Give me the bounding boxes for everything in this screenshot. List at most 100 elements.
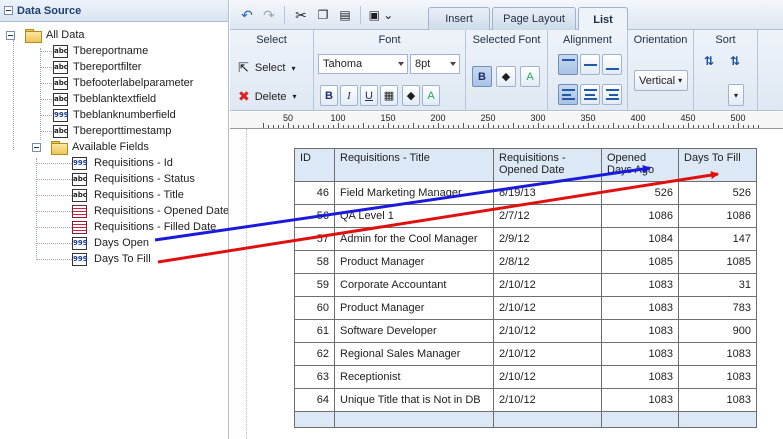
data-source-header[interactable]: Data Source: [0, 0, 228, 22]
tree-item[interactable]: abc Tbereportfilter: [53, 59, 141, 75]
align-center-icon[interactable]: [580, 84, 600, 105]
redo-icon[interactable]: ↷: [258, 5, 280, 25]
font-family-select[interactable]: Tahoma: [318, 54, 408, 74]
table-row[interactable]: 56 QA Level 1 2/7/12 1086 1086: [294, 204, 757, 228]
column-header-id[interactable]: ID: [294, 148, 335, 182]
table-cell[interactable]: Unique Title that is Not in DB: [334, 388, 494, 412]
field-item[interactable]: 999 Requisitions - Id: [72, 155, 173, 171]
table-cell[interactable]: 783: [678, 296, 757, 320]
table-cell[interactable]: Receptionist: [334, 365, 494, 389]
align-top-icon[interactable]: [558, 54, 578, 75]
table-cell[interactable]: Admin for the Cool Manager: [334, 227, 494, 251]
table-row[interactable]: 63 Receptionist 2/10/12 1083 1083: [294, 365, 757, 389]
field-item[interactable]: abc Requisitions - Title: [72, 187, 184, 203]
table-cell[interactable]: Product Manager: [334, 296, 494, 320]
table-cell[interactable]: 1083: [678, 388, 757, 412]
collapse-icon[interactable]: [6, 30, 15, 40]
table-row[interactable]: 64 Unique Title that is Not in DB 2/10/12 1…: [294, 388, 757, 412]
field-item[interactable]: abc Requisitions - Status: [72, 171, 195, 187]
select-button[interactable]: ⇱ Select ▾: [238, 60, 296, 76]
table-row[interactable]: 61 Software Developer 2/10/12 1083 900: [294, 319, 757, 343]
delete-button[interactable]: ✖ Delete ▾: [238, 88, 297, 105]
table-cell[interactable]: 2/7/12: [493, 204, 602, 228]
table-cell[interactable]: 64: [294, 388, 335, 412]
table-cell[interactable]: 2/9/12: [493, 227, 602, 251]
table-cell[interactable]: 1083: [601, 319, 679, 343]
column-header-title[interactable]: Requisitions - Title: [334, 148, 494, 182]
table-cell[interactable]: 31: [678, 273, 757, 297]
table-cell[interactable]: 1085: [678, 250, 757, 274]
table-row[interactable]: 62 Regional Sales Manager 2/10/12 1083 1083: [294, 342, 757, 366]
copy-icon[interactable]: ❐: [312, 5, 334, 25]
align-bottom-icon[interactable]: [602, 54, 622, 75]
table-cell[interactable]: 1083: [601, 365, 679, 389]
table-cell[interactable]: 1083: [678, 342, 757, 366]
table-cell[interactable]: 526: [678, 181, 757, 205]
tree-node-available-fields[interactable]: Available Fields: [32, 139, 149, 155]
undo-icon[interactable]: ↶: [236, 5, 258, 25]
table-cell[interactable]: 1085: [601, 250, 679, 274]
field-item[interactable]: Requisitions - Filled Date: [72, 219, 216, 235]
table-cell[interactable]: 1086: [601, 204, 679, 228]
italic-button[interactable]: I: [340, 85, 358, 106]
column-header-opened-date[interactable]: Requisitions - Opened Date: [493, 148, 602, 182]
tab-list[interactable]: List: [578, 7, 628, 31]
table-cell[interactable]: 2/10/12: [493, 296, 602, 320]
table-cell[interactable]: 900: [678, 319, 757, 343]
font-color-icon[interactable]: A: [422, 85, 440, 106]
border-icon[interactable]: ▦: [380, 85, 398, 106]
table-cell[interactable]: 56: [294, 204, 335, 228]
table-cell[interactable]: Corporate Accountant: [334, 273, 494, 297]
column-header-days-to-fill[interactable]: Days To Fill: [678, 148, 757, 182]
collapse-icon[interactable]: [4, 6, 13, 15]
table-cell[interactable]: Software Developer: [334, 319, 494, 343]
table-cell[interactable]: 2/10/12: [493, 388, 602, 412]
table-row[interactable]: 46 Field Marketing Manager 8/19/13 526 526: [294, 181, 757, 205]
table-cell[interactable]: 59: [294, 273, 335, 297]
table-cell[interactable]: 1083: [601, 273, 679, 297]
table-cell[interactable]: Product Manager: [334, 250, 494, 274]
table-cell[interactable]: 1083: [601, 388, 679, 412]
table-row[interactable]: 60 Product Manager 2/10/12 1083 783: [294, 296, 757, 320]
paste-icon[interactable]: ▤: [334, 5, 356, 25]
cut-icon[interactable]: ✂: [290, 5, 312, 25]
tab-page-layout[interactable]: Page Layout: [492, 7, 576, 30]
layout-dropdown-icon[interactable]: ▣ ⌄: [366, 5, 396, 25]
align-middle-icon[interactable]: [580, 54, 600, 75]
table-cell[interactable]: 1083: [678, 365, 757, 389]
tree-item[interactable]: abc Tbereporttimestamp: [53, 123, 171, 139]
field-item[interactable]: 999 Days To Fill: [72, 251, 151, 267]
table-row[interactable]: 59 Corporate Accountant 2/10/12 1083 31: [294, 273, 757, 297]
table-cell[interactable]: 62: [294, 342, 335, 366]
table-cell[interactable]: 46: [294, 181, 335, 205]
orientation-select[interactable]: Vertical ▾: [634, 70, 688, 91]
sort-ascending-icon[interactable]: ⇅: [704, 54, 714, 68]
field-item[interactable]: 999 Days Open: [72, 235, 149, 251]
table-cell[interactable]: Regional Sales Manager: [334, 342, 494, 366]
table-cell[interactable]: 2/8/12: [493, 250, 602, 274]
table-cell[interactable]: 63: [294, 365, 335, 389]
table-cell[interactable]: 147: [678, 227, 757, 251]
table-cell[interactable]: 8/19/13: [493, 181, 602, 205]
table-cell[interactable]: 526: [601, 181, 679, 205]
table-cell[interactable]: 2/10/12: [493, 342, 602, 366]
selected-fill-icon[interactable]: ◆: [496, 66, 516, 87]
column-header-opened-days-ago[interactable]: Opened Days Ago: [601, 148, 679, 182]
tree-item[interactable]: abc Tbefooterlabelparameter: [53, 75, 193, 91]
selected-bold-button[interactable]: B: [472, 66, 492, 87]
table-cell[interactable]: 1084: [601, 227, 679, 251]
underline-button[interactable]: U: [360, 85, 378, 106]
selected-font-color-icon[interactable]: A: [520, 66, 540, 87]
table-cell[interactable]: 61: [294, 319, 335, 343]
table-cell[interactable]: 2/10/12: [493, 273, 602, 297]
tree-item[interactable]: 999 Tbeblanknumberfield: [53, 107, 176, 123]
tree-item[interactable]: abc Tbeblanktextfield: [53, 91, 156, 107]
table-cell[interactable]: 1083: [601, 296, 679, 320]
table-cell[interactable]: 1083: [601, 342, 679, 366]
tree-item[interactable]: abc Tbereportname: [53, 43, 148, 59]
table-cell[interactable]: 60: [294, 296, 335, 320]
table-row[interactable]: 58 Product Manager 2/8/12 1085 1085: [294, 250, 757, 274]
collapse-icon[interactable]: [32, 142, 41, 152]
table-cell[interactable]: QA Level 1: [334, 204, 494, 228]
font-size-select[interactable]: 8pt: [410, 54, 460, 74]
